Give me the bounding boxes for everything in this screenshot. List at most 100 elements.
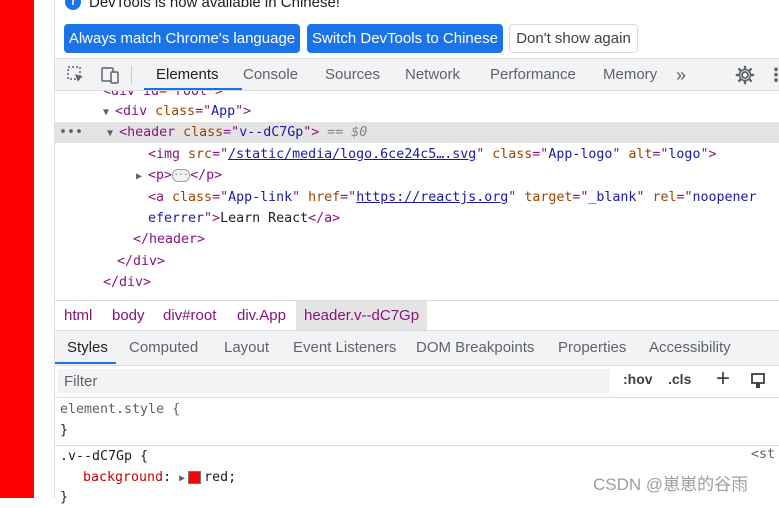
devtools-panel: i DevTools is now available in Chinese! … bbox=[55, 0, 779, 505]
attr-value: _blank bbox=[588, 190, 637, 205]
attr-close: " bbox=[612, 147, 629, 162]
rule-separator bbox=[55, 445, 779, 446]
dom-node-a-wrap[interactable]: eferrer">Learn React</a> bbox=[148, 208, 779, 229]
expand-shorthand-triangle-icon[interactable]: ▶ bbox=[179, 473, 185, 484]
new-style-rule-plus-icon[interactable]: + bbox=[716, 365, 730, 393]
tab-console[interactable]: Console bbox=[243, 59, 298, 91]
collapsed-content-badge[interactable]: ··· bbox=[172, 168, 191, 182]
breadcrumb-header-active[interactable]: header.v--dC7Gp bbox=[296, 301, 428, 330]
attr-value: logo bbox=[668, 147, 701, 162]
tab-sources[interactable]: Sources bbox=[325, 59, 380, 91]
expand-triangle-icon[interactable]: ▼ bbox=[103, 107, 115, 118]
styles-subtab-strip: Styles Computed Layout Event Listeners D… bbox=[55, 331, 779, 366]
always-match-language-button[interactable]: Always match Chrome's language bbox=[64, 24, 300, 53]
tag-text: <header bbox=[119, 125, 184, 140]
breadcrumb-div-root[interactable]: div#root bbox=[163, 301, 216, 330]
tab-network[interactable]: Network bbox=[405, 59, 460, 91]
attr-name: href bbox=[308, 190, 341, 205]
attr-eq: =" bbox=[195, 104, 212, 119]
tag-text: </div> bbox=[103, 275, 152, 290]
infobar-message-row: i DevTools is now available in Chinese! bbox=[65, 0, 340, 12]
tag-text: </div> bbox=[117, 254, 166, 269]
attr-name: class bbox=[155, 104, 196, 119]
tag-text: <a bbox=[148, 190, 173, 205]
dom-node-div-app[interactable]: ▼ <div class="App"> bbox=[103, 101, 779, 122]
attr-close: "> bbox=[303, 125, 320, 140]
property-value[interactable]: red bbox=[204, 470, 228, 485]
href-link[interactable]: https://reactjs.org bbox=[356, 190, 508, 205]
breadcrumb-html[interactable]: html bbox=[64, 301, 92, 330]
tab-elements[interactable]: Elements bbox=[156, 59, 219, 91]
settings-gear-icon[interactable] bbox=[735, 65, 755, 85]
element-style-selector[interactable]: element.style { bbox=[60, 400, 180, 420]
rule-close: } bbox=[60, 490, 69, 505]
dom-node-p[interactable]: ▶ <p> ··· </p> bbox=[136, 165, 779, 186]
attr-name: alt bbox=[628, 147, 653, 162]
attr-value: eferrer bbox=[148, 211, 205, 226]
dont-show-again-button[interactable]: Don't show again bbox=[509, 24, 638, 53]
attr-close: "> bbox=[204, 211, 221, 226]
attr-eq: =" bbox=[212, 190, 229, 205]
left-page-red-area bbox=[0, 0, 34, 498]
switch-to-chinese-button[interactable]: Switch DevTools to Chinese bbox=[307, 24, 503, 53]
attr-close: " bbox=[476, 147, 493, 162]
attr-value: v--dC7Gp bbox=[239, 125, 304, 140]
dom-node-header-selected[interactable]: ••• ▼ <header class="v--dC7Gp"> == $0 bbox=[55, 122, 779, 143]
node-actions-dots-icon[interactable]: ••• bbox=[55, 125, 107, 140]
attr-value: App-link bbox=[228, 190, 293, 205]
class-toggle[interactable]: .cls bbox=[668, 371, 691, 387]
property-colon: : bbox=[163, 470, 180, 485]
attr-close: " bbox=[292, 190, 309, 205]
property-semicolon: ; bbox=[228, 470, 237, 485]
dom-node-header-close[interactable]: </header> bbox=[133, 229, 779, 250]
hover-state-toggle[interactable]: :hov bbox=[623, 371, 653, 387]
rule-source-link[interactable]: <st bbox=[751, 447, 775, 462]
tab-memory[interactable]: Memory bbox=[603, 59, 657, 91]
color-swatch[interactable] bbox=[188, 470, 202, 484]
dom-node-a[interactable]: <a class="App-link" href="https://reactj… bbox=[148, 187, 779, 208]
inspect-element-icon[interactable] bbox=[66, 65, 86, 85]
tab-layout[interactable]: Layout bbox=[224, 331, 269, 364]
attr-name: class bbox=[492, 147, 533, 162]
tab-properties[interactable]: Properties bbox=[558, 331, 626, 364]
attr-eq: =" bbox=[223, 125, 240, 140]
computed-sidebar-toggle-icon[interactable] bbox=[750, 372, 768, 390]
info-icon: i bbox=[65, 0, 81, 10]
attr-eq: =" bbox=[212, 147, 229, 162]
attr-value: noopener bbox=[692, 190, 757, 205]
tab-styles[interactable]: Styles bbox=[67, 331, 108, 364]
dom-node-div-close[interactable]: </div> bbox=[103, 272, 779, 293]
tab-dom-breakpoints[interactable]: DOM Breakpoints bbox=[416, 331, 534, 364]
tag-text: </header> bbox=[133, 232, 206, 247]
src-link[interactable]: /static/media/logo.6ce24c5….svg bbox=[228, 147, 476, 162]
attr-name: target bbox=[524, 190, 573, 205]
dom-node-img[interactable]: <img src="/static/media/logo.6ce24c5….sv… bbox=[148, 144, 779, 165]
breadcrumb-body[interactable]: body bbox=[112, 301, 145, 330]
tab-computed[interactable]: Computed bbox=[129, 331, 198, 364]
attr-close: "> bbox=[235, 104, 252, 119]
breadcrumb: html body div#root div.App header.v--dC7… bbox=[55, 300, 779, 331]
tab-event-listeners[interactable]: Event Listeners bbox=[293, 331, 396, 364]
tab-performance[interactable]: Performance bbox=[490, 59, 576, 91]
style-property-row[interactable]: background: ▶ red; bbox=[83, 468, 236, 488]
collapse-triangle-icon[interactable]: ▶ bbox=[136, 171, 148, 182]
link-text: Learn React bbox=[220, 211, 309, 226]
filter-input[interactable] bbox=[58, 369, 610, 393]
attr-close: " bbox=[636, 190, 653, 205]
attr-eq: =" bbox=[532, 147, 549, 162]
active-subtab-indicator bbox=[55, 362, 116, 364]
attr-value: App bbox=[211, 104, 236, 119]
breadcrumb-div-app[interactable]: div.App bbox=[237, 301, 286, 330]
rule-selector[interactable]: .v--dC7Gp { bbox=[60, 447, 148, 467]
tag-text: <img bbox=[148, 147, 189, 162]
property-name[interactable]: background bbox=[83, 470, 163, 485]
more-tabs-chevron-icon[interactable]: » bbox=[676, 59, 686, 91]
tab-accessibility[interactable]: Accessibility bbox=[649, 331, 731, 364]
more-options-icon[interactable]: ⋮ bbox=[767, 59, 779, 91]
expand-triangle-icon[interactable]: ▼ bbox=[107, 128, 119, 139]
attr-value: App-logo bbox=[548, 147, 613, 162]
device-toolbar-icon[interactable] bbox=[100, 65, 120, 85]
attr-eq: =" bbox=[676, 190, 693, 205]
dom-node-div-close[interactable]: </div> bbox=[117, 251, 779, 272]
tag-text: <div bbox=[115, 104, 156, 119]
